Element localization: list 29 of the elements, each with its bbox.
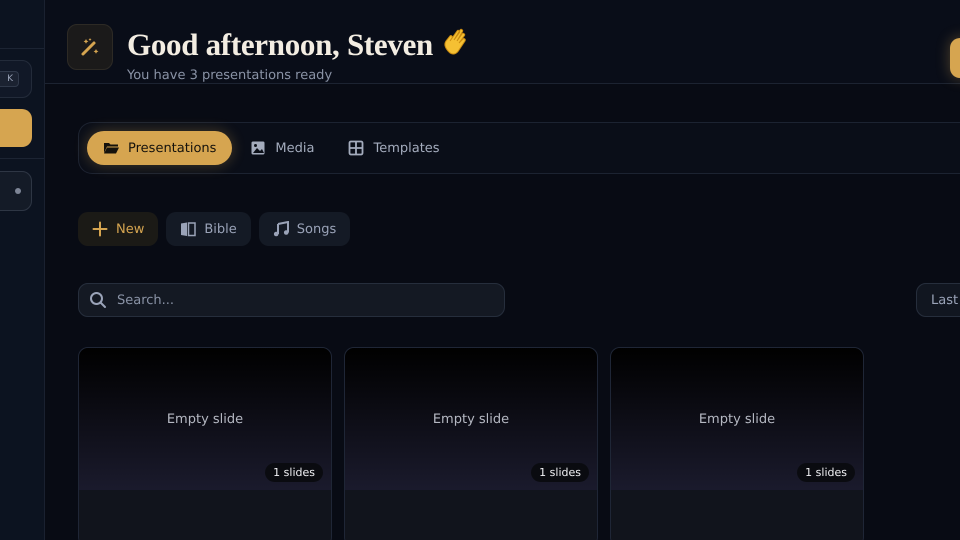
music-note-icon (272, 221, 289, 237)
image-icon (250, 140, 266, 156)
plus-icon (92, 221, 108, 237)
presentation-card[interactable]: Empty slide 1 slides (610, 347, 864, 540)
tab[interactable]: Templates (332, 131, 456, 165)
shortcut-key: K (0, 71, 19, 87)
greeting-subtitle: You have 3 presentations ready (127, 68, 334, 83)
tab[interactable]: Media (234, 131, 330, 165)
presentation-card[interactable]: Empty slide 1 slides (344, 347, 598, 540)
grid-icon (348, 140, 364, 156)
tab[interactable]: Presentations (87, 131, 232, 165)
slide-count-badge: 1 slides (797, 463, 855, 482)
greeting-title: Good afternoon, Steven (127, 26, 433, 64)
folder-icon (103, 140, 119, 156)
slide-count-badge: 1 slides (531, 463, 589, 482)
search-field[interactable]: Search... (78, 283, 505, 317)
wand-icon (67, 24, 113, 70)
presentation-card[interactable]: Empty slide 1 slides (78, 347, 332, 540)
sort-button[interactable]: Last (916, 283, 960, 317)
search-field[interactable]: K (0, 60, 32, 98)
slide-preview-text: Empty slide (698, 412, 776, 426)
book-icon (180, 221, 196, 237)
status-dot (15, 188, 21, 194)
action-button[interactable]: Bible (166, 212, 251, 246)
slide-preview-text: Empty slide (432, 412, 510, 426)
slide-count-badge: 1 slides (265, 463, 323, 482)
new-button[interactable]: New (78, 212, 158, 246)
action-button[interactable]: Songs (258, 212, 350, 246)
slide-preview-text: Empty slide (166, 412, 244, 426)
